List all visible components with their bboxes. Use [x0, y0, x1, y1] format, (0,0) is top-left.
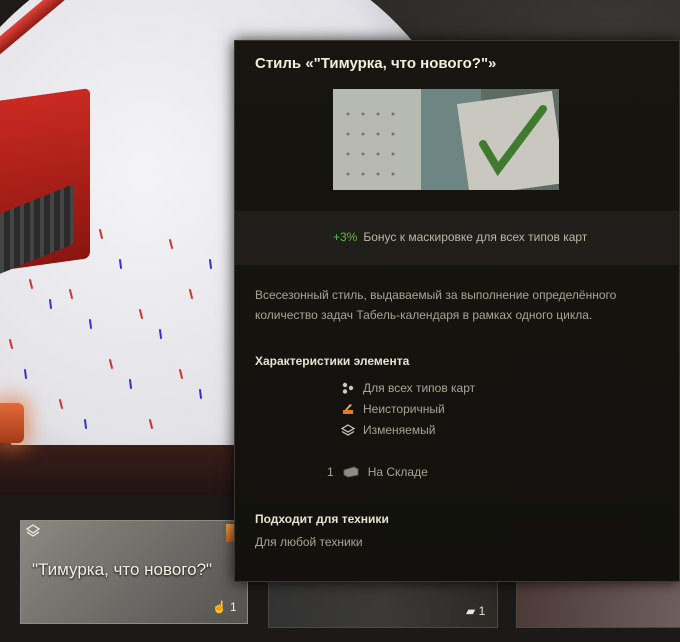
layers-icon [341, 423, 355, 436]
warehouse-icon [343, 466, 359, 478]
suitable-text: Для любой техники [255, 535, 363, 549]
characteristics-heading: Характеристики элемента [255, 354, 410, 368]
style-description: Всесезонный стиль, выдаваемый за выполне… [255, 288, 617, 322]
all-maps-icon [342, 382, 354, 394]
stock-info: 1 На Складе [327, 465, 428, 479]
characteristic-non-historical: Неисторичный [341, 398, 475, 419]
characteristic-all-maps: Для всех типов карт [341, 377, 475, 398]
tooltip-title: Стиль «"Тимурка, что нового?"» [255, 55, 497, 72]
bonus-value: +3% [333, 230, 358, 244]
cursor-hand-icon: ☝ [212, 600, 227, 614]
suitable-heading: Подходит для техники [255, 512, 389, 526]
selected-card-count: ☝ 1 [212, 600, 237, 614]
selected-card-title: "Тимурка, что нового?" [32, 560, 213, 579]
style-card-2-count: ▰ 1 [466, 604, 486, 618]
stock-icon: ▰ [466, 604, 476, 618]
characteristic-editable: Изменяемый [341, 419, 475, 440]
style-preview-image [333, 89, 559, 190]
carousel-prev-button[interactable] [0, 403, 24, 443]
characteristics-list: Для всех типов карт Неисторичный Изменяе… [341, 377, 475, 440]
bonus-text: Бонус к маскировке для всех типов карт [363, 230, 588, 244]
platform-edge [0, 445, 240, 495]
style-card-2[interactable] [268, 576, 498, 628]
style-tooltip: Стиль «"Тимурка, что нового?"» +3% Бонус … [234, 40, 680, 582]
layers-icon [26, 524, 40, 537]
style-card-3[interactable] [516, 576, 680, 628]
non-historical-icon [343, 403, 353, 414]
stock-count: 1 [327, 465, 334, 479]
stock-label: На Складе [367, 465, 428, 479]
camouflage-bonus: +3% Бонус к маскировке для всех типов кар… [333, 230, 587, 244]
